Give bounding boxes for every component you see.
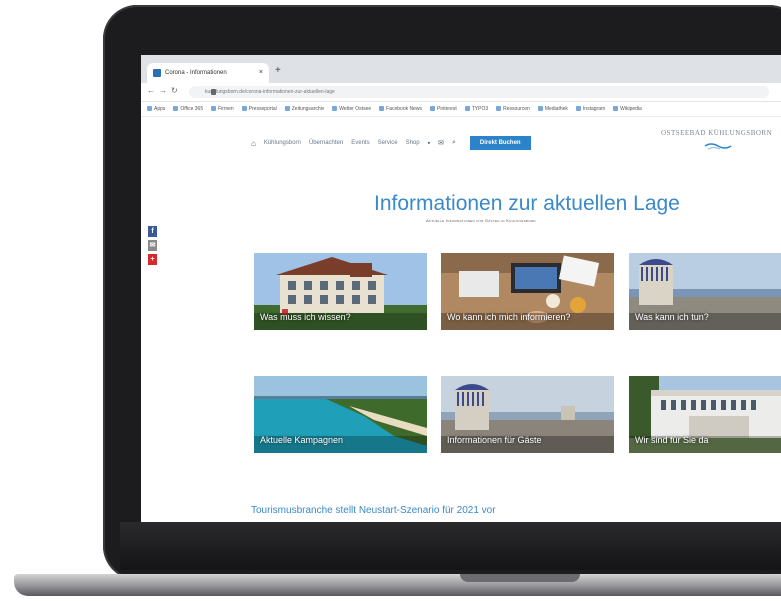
card-caption: Was kann ich tun? [635,312,709,322]
chat-icon[interactable]: ▪ [428,140,430,147]
url-text: kuehlungsborn.de/corona-informationen-zu… [205,89,335,95]
mail-share-icon[interactable]: ✉ [148,240,157,251]
bookmark-item[interactable]: Instagram [576,102,605,116]
nav-item-uebernachten[interactable]: Übernachten [309,140,343,146]
book-now-button[interactable]: Direkt Buchen [469,136,531,150]
mail-icon[interactable]: ✉ [438,139,444,147]
bookmark-item[interactable]: Wikipedia [613,102,642,116]
tab-title: Corona - Informationen [165,70,227,76]
url-input[interactable]: kuehlungsborn.de/corona-informationen-zu… [189,86,769,98]
card-informationen-fuer-gaeste[interactable]: Informationen für Gäste [441,376,614,453]
bookmarks-bar: Apps Office 365 Firmen Presseportal Zeit… [141,102,781,117]
facebook-share-icon[interactable]: f [148,226,157,237]
bookmark-item[interactable]: Facebook News [379,102,422,116]
laptop-screen: Corona - Informationen × + ← → ↻ kuehlun… [141,55,781,522]
address-bar-row: ← → ↻ kuehlungsborn.de/corona-informatio… [141,83,781,102]
bookmark-item[interactable]: Apps [147,102,165,116]
laptop-bottom-bezel [120,522,781,570]
browser-tab[interactable]: Corona - Informationen × [147,63,269,83]
card-was-muss-ich-wissen[interactable]: Was muss ich wissen? [254,253,427,330]
lock-icon [211,89,216,95]
bookmark-item[interactable]: Zeitungsarchiv [285,102,325,116]
card-wo-kann-ich-mich-informieren[interactable]: Wo kann ich mich informieren? [441,253,614,330]
new-tab-button[interactable]: + [275,65,281,76]
card-was-kann-ich-tun[interactable]: Was kann ich tun? [629,253,781,330]
card-caption: Wir sind für Sie da [635,435,709,445]
nav-item-shop[interactable]: Shop [406,140,420,146]
bookmark-item[interactable]: Wetter Ostsee [332,102,371,116]
page-title: Informationen zur aktuellen Lage [374,192,680,215]
pinterest-share-icon[interactable]: + [148,254,157,265]
forward-icon[interactable]: → [159,86,167,95]
home-icon[interactable]: ⌂ [251,139,256,148]
card-caption: Was muss ich wissen? [260,312,351,322]
logo-wave-icon [704,143,732,150]
site-nav: ⌂ Kühlungsborn Übernachten Events Servic… [251,135,531,151]
card-aktuelle-kampagnen[interactable]: Aktuelle Kampagnen [254,376,427,453]
laptop-notch [460,574,580,582]
news-headline-link[interactable]: Tourismusbranche stellt Neustart-Szenari… [251,505,496,516]
card-caption: Wo kann ich mich informieren? [447,312,571,322]
browser-tab-bar: Corona - Informationen × + [141,55,781,83]
bookmark-item[interactable]: Firmen [211,102,234,116]
bookmark-item[interactable]: Presseportal [242,102,277,116]
favicon-icon [153,69,161,77]
card-caption: Informationen für Gäste [447,435,542,445]
card-wir-sind-fuer-sie-da[interactable]: Wir sind für Sie da [629,376,781,453]
reload-icon[interactable]: ↻ [171,86,178,95]
tab-close-icon[interactable]: × [259,63,263,83]
nav-item-service[interactable]: Service [378,140,398,146]
bookmark-item[interactable]: Pinterest [430,102,457,116]
nav-item-events[interactable]: Events [351,140,369,146]
bookmark-item[interactable]: TYPO3 [465,102,488,116]
bookmark-item[interactable]: Office 365 [173,102,203,116]
site-logo[interactable]: OSTSEEBAD KÜHLUNGSBORN [661,129,772,137]
back-icon[interactable]: ← [147,86,155,95]
laptop-base [14,574,781,596]
card-caption: Aktuelle Kampagnen [260,435,344,445]
bookmark-item[interactable]: Ressourcen [496,102,530,116]
page-subtitle: Aktuelle Informationen für Gästen in Küh… [426,218,536,223]
nav-item-kuehlungsborn[interactable]: Kühlungsborn [264,140,301,146]
search-icon[interactable]: ⌕ [452,139,456,147]
bookmark-item[interactable]: Mediathek [538,102,568,116]
